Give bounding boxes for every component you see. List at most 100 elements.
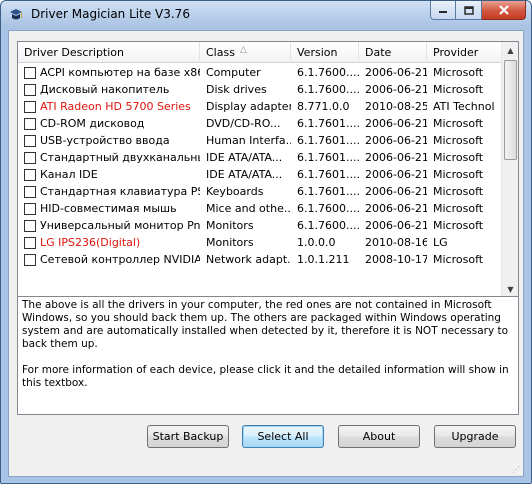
- driver-description: LG IPS236(Digital): [40, 236, 141, 249]
- table-row[interactable]: USB-устройство ввода Human Interfa... 6.1.…: [18, 132, 502, 149]
- column-header-date[interactable]: Date: [359, 42, 427, 63]
- table-row[interactable]: LG IPS236(Digital) Monitors 1.0.0.0 2010-08…: [18, 234, 502, 251]
- driver-description: Стандартный двухканальный...: [40, 151, 200, 164]
- title-bar[interactable]: Driver Magician Lite V3.76: [1, 1, 531, 29]
- table-row[interactable]: ACPI компьютер на базе x86 Computer 6.1.76…: [18, 64, 502, 81]
- cell-version: 6.1.7601....: [297, 117, 359, 130]
- column-header-class[interactable]: Class △: [200, 42, 291, 63]
- row-checkbox[interactable]: [24, 134, 36, 147]
- cell-class: Monitors: [206, 219, 254, 232]
- upgrade-button[interactable]: Upgrade: [434, 425, 516, 448]
- list-header: Driver Description Class △ Version Date P…: [18, 42, 502, 63]
- cell-provider: Microsoft: [433, 202, 484, 215]
- cell-provider: Microsoft: [433, 66, 484, 79]
- cell-provider: Microsoft: [433, 168, 484, 181]
- driver-list[interactable]: Driver Description Class △ Version Date P…: [17, 41, 519, 314]
- table-row[interactable]: Дисковый накопитель Disk drives 6.1.7600..…: [18, 81, 502, 98]
- maximize-button[interactable]: [456, 1, 482, 20]
- driver-description: HID-совместимая мышь: [40, 202, 177, 215]
- cell-date: 2006-06-21: [365, 185, 427, 198]
- cell-date: 2006-06-21: [365, 219, 427, 232]
- table-row[interactable]: HID-совместимая мышь Mice and othe... 6.1.…: [18, 200, 502, 217]
- column-header-version[interactable]: Version: [291, 42, 359, 63]
- scroll-up-button[interactable]: ▲: [502, 42, 518, 59]
- column-header-provider[interactable]: Provider: [427, 42, 502, 63]
- resize-grip-icon[interactable]: ⋰: [512, 465, 522, 475]
- arrow-down-icon: ▼: [507, 285, 514, 294]
- cell-version: 6.1.7600....: [297, 83, 359, 96]
- row-checkbox[interactable]: [24, 253, 36, 266]
- table-row[interactable]: Универсальный монитор PnP Monitors 6.1.760…: [18, 217, 502, 234]
- close-icon: [498, 5, 509, 15]
- cell-version: 8.771.0.0: [297, 100, 350, 113]
- vertical-scrollbar[interactable]: ▲ ▼: [501, 42, 518, 298]
- cell-class: Keyboards: [206, 185, 264, 198]
- cell-provider: Microsoft: [433, 219, 484, 232]
- cell-class: IDE ATA/ATA...: [206, 151, 283, 164]
- cell-version: 6.1.7600....: [297, 202, 359, 215]
- minimize-button[interactable]: [430, 1, 456, 20]
- vertical-scroll-thumb[interactable]: [504, 60, 517, 160]
- about-button[interactable]: About: [338, 425, 420, 448]
- start-backup-button[interactable]: Start Backup: [147, 425, 229, 448]
- cell-provider: Microsoft: [433, 83, 484, 96]
- cell-class: Computer: [206, 66, 261, 79]
- driver-description: Дисковый накопитель: [40, 83, 170, 96]
- app-icon: [9, 8, 23, 22]
- list-body: ACPI компьютер на базе x86 Computer 6.1.76…: [18, 64, 502, 268]
- driver-description: Универсальный монитор PnP: [40, 219, 200, 232]
- row-checkbox[interactable]: [24, 151, 36, 164]
- window-title: Driver Magician Lite V3.76: [31, 7, 190, 21]
- table-row[interactable]: Стандартная клавиатура PS/2 Keyboards 6.1.…: [18, 183, 502, 200]
- row-checkbox[interactable]: [24, 219, 36, 232]
- cell-provider: Microsoft: [433, 253, 484, 266]
- minimize-icon: [439, 11, 447, 13]
- close-button[interactable]: [482, 1, 526, 20]
- table-row[interactable]: Канал IDE IDE ATA/ATA... 6.1.7601.... 2006-…: [18, 166, 502, 183]
- driver-description: Сетевой контроллер NVIDIA ...: [40, 253, 200, 266]
- cell-provider: Microsoft: [433, 134, 484, 147]
- cell-date: 2006-06-21: [365, 151, 427, 164]
- row-checkbox[interactable]: [24, 66, 36, 79]
- cell-class: Mice and othe...: [206, 202, 291, 215]
- row-checkbox[interactable]: [24, 117, 36, 130]
- client-area: Driver Description Class △ Version Date P…: [8, 30, 524, 477]
- cell-provider: LG: [433, 236, 448, 249]
- arrow-up-icon: ▲: [507, 46, 514, 55]
- cell-date: 2006-06-21: [365, 168, 427, 181]
- row-checkbox[interactable]: [24, 202, 36, 215]
- cell-provider: Microsoft: [433, 151, 484, 164]
- info-paragraph: For more information of each device, ple…: [22, 364, 509, 389]
- cell-provider: Microsoft: [433, 185, 484, 198]
- select-all-button[interactable]: Select All: [242, 425, 324, 448]
- table-row[interactable]: Сетевой контроллер NVIDIA ... Network ada…: [18, 251, 502, 268]
- driver-description: CD-ROM дисковод: [40, 117, 145, 130]
- cell-class: Network adapt...: [206, 253, 291, 266]
- cell-date: 2006-06-21: [365, 117, 427, 130]
- driver-description: Стандартная клавиатура PS/2: [40, 185, 200, 198]
- cell-version: 6.1.7600....: [297, 66, 359, 79]
- table-row[interactable]: CD-ROM дисковод DVD/CD-RO... 6.1.7601.... 2…: [18, 115, 502, 132]
- app-window: Driver Magician Lite V3.76 Driver Descri…: [0, 0, 532, 484]
- cell-date: 2010-08-16: [365, 236, 427, 249]
- row-checkbox[interactable]: [24, 100, 36, 113]
- cell-class: Disk drives: [206, 83, 267, 96]
- table-row[interactable]: ATI Radeon HD 5700 Series Display adapter…: [18, 98, 502, 115]
- row-checkbox[interactable]: [24, 236, 36, 249]
- table-row[interactable]: Стандартный двухканальный... IDE ATA/ATA.…: [18, 149, 502, 166]
- cell-date: 2010-08-25: [365, 100, 427, 113]
- cell-version: 1.0.0.0: [297, 236, 336, 249]
- row-checkbox[interactable]: [24, 168, 36, 181]
- cell-provider: ATI Technol: [433, 100, 495, 113]
- cell-class: Display adapters: [206, 100, 291, 113]
- cell-version: 6.1.7601....: [297, 185, 359, 198]
- info-textbox[interactable]: The above is all the drivers in your com…: [17, 296, 519, 415]
- cell-date: 2006-06-21: [365, 202, 427, 215]
- cell-version: 6.1.7601....: [297, 168, 359, 181]
- cell-version: 6.1.7600....: [297, 219, 359, 232]
- column-header-description[interactable]: Driver Description: [18, 42, 200, 63]
- driver-description: ACPI компьютер на базе x86: [40, 66, 200, 79]
- row-checkbox[interactable]: [24, 185, 36, 198]
- cell-version: 6.1.7601....: [297, 151, 359, 164]
- row-checkbox[interactable]: [24, 83, 36, 96]
